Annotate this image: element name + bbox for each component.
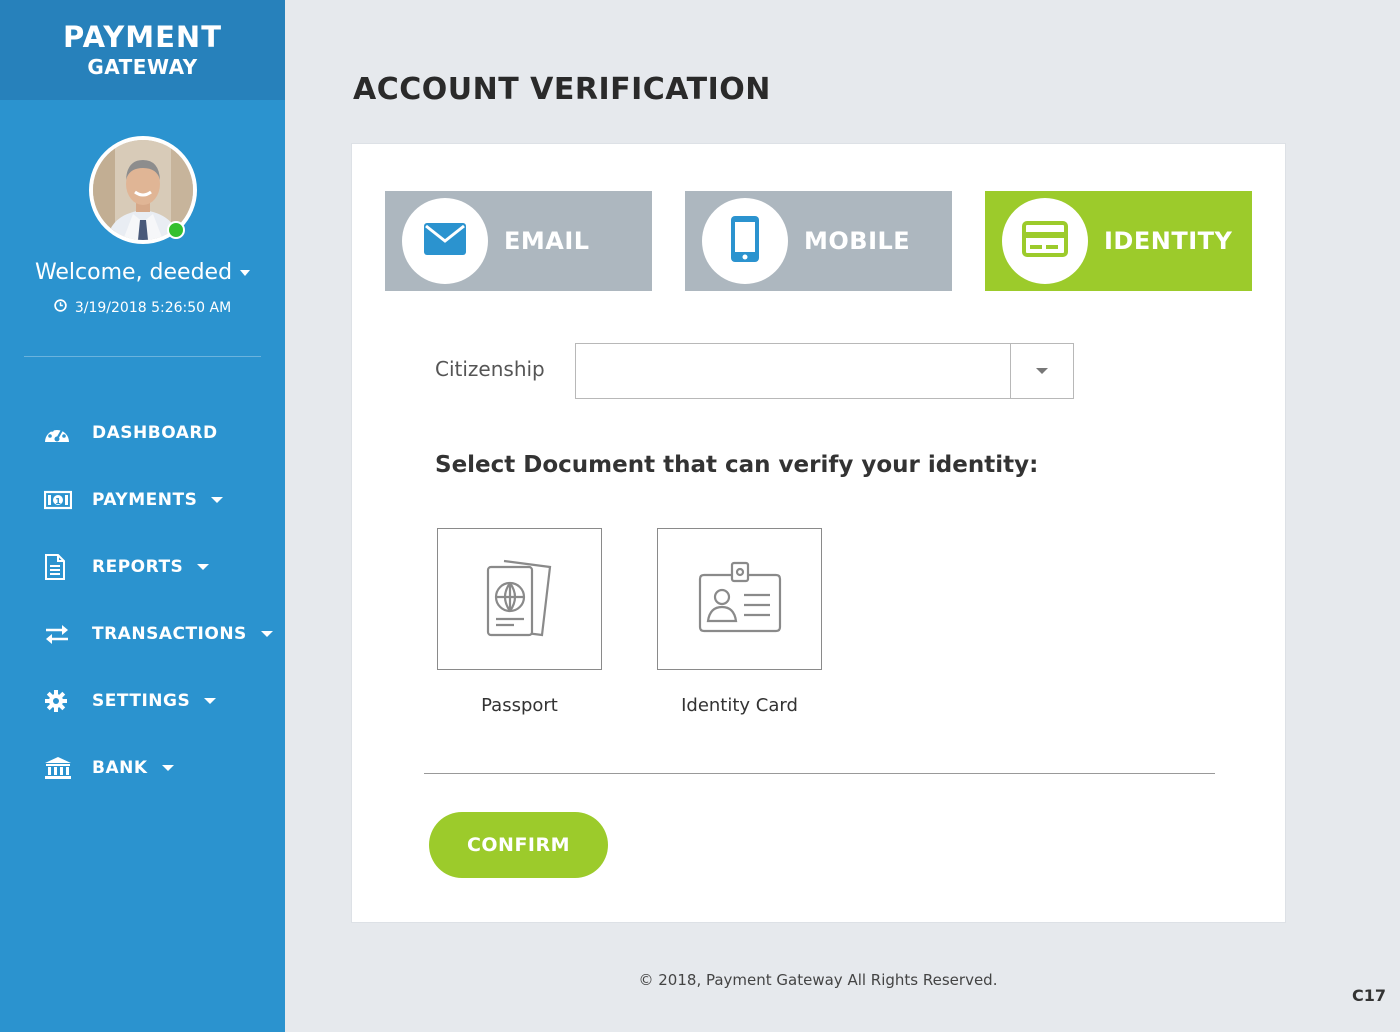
sidebar-item-label: REPORTS	[92, 556, 184, 577]
chevron-down-icon	[240, 270, 251, 276]
sidebar-divider	[24, 356, 261, 357]
envelope-icon	[424, 223, 466, 259]
sidebar-item-reports[interactable]: REPORTS	[0, 533, 285, 600]
chevron-down-icon	[161, 764, 174, 771]
sidebar-item-label: PAYMENTS	[92, 489, 198, 510]
identity-card-option[interactable]	[657, 528, 822, 670]
select-dropdown-toggle[interactable]	[1010, 344, 1073, 398]
chevron-down-icon	[197, 563, 210, 570]
chevron-down-icon	[260, 630, 273, 637]
sidebar-item-transactions[interactable]: TRANSACTIONS	[0, 600, 285, 667]
chevron-down-icon	[211, 496, 224, 503]
brand-title: PAYMENT	[63, 20, 222, 54]
tab-mobile[interactable]: MOBILE	[685, 191, 952, 291]
sidebar-item-label: DASHBOARD	[92, 422, 218, 443]
step-icon-circle	[702, 198, 788, 284]
badge-id-icon	[698, 561, 782, 637]
datetime-text: 3/19/2018 5:26:50 AM	[74, 299, 232, 316]
tab-label: IDENTITY	[1104, 227, 1233, 255]
sidebar-item-label: TRANSACTIONS	[92, 623, 247, 644]
svg-text:1: 1	[55, 497, 61, 506]
money-icon: 1	[44, 486, 72, 514]
tab-label: EMAIL	[504, 227, 590, 255]
document-icon	[44, 553, 72, 581]
caret-down-icon	[1036, 368, 1048, 374]
sidebar: PAYMENT GATEWAY Welcome, deeded 3/19/201…	[0, 0, 285, 1032]
footer-copyright: © 2018, Payment Gateway All Rights Reser…	[638, 971, 998, 989]
mobile-phone-icon	[731, 216, 759, 266]
exchange-icon	[44, 620, 72, 648]
id-card-icon	[1022, 221, 1068, 261]
brand-logo[interactable]: PAYMENT GATEWAY	[0, 0, 285, 100]
online-status-dot	[167, 221, 185, 239]
sidebar-item-settings[interactable]: SETTINGS	[0, 667, 285, 734]
login-datetime: 3/19/2018 5:26:50 AM	[0, 299, 285, 316]
welcome-text: Welcome, deeded	[34, 260, 233, 285]
step-icon-circle	[402, 198, 488, 284]
dashboard-icon	[44, 419, 72, 447]
tab-identity[interactable]: IDENTITY	[985, 191, 1252, 291]
confirm-button[interactable]: CONFIRM	[429, 812, 608, 878]
gear-icon	[44, 687, 72, 715]
verification-card: EMAIL MOBILE IDENTITY Citizenship Select…	[351, 143, 1286, 923]
passport-icon	[484, 555, 556, 643]
passport-option[interactable]	[437, 528, 602, 670]
sidebar-item-label: BANK	[92, 757, 148, 778]
citizenship-select[interactable]	[575, 343, 1074, 399]
sidebar-item-dashboard[interactable]: DASHBOARD	[0, 399, 285, 466]
welcome-menu[interactable]: Welcome, deeded	[0, 260, 285, 285]
step-icon-circle	[1002, 198, 1088, 284]
screen-code: C17	[1352, 986, 1387, 1005]
sidebar-item-payments[interactable]: 1 PAYMENTS	[0, 466, 285, 533]
form-divider	[424, 773, 1215, 774]
citizenship-label: Citizenship	[435, 357, 545, 381]
identity-card-label: Identity Card	[681, 695, 798, 716]
user-profile: Welcome, deeded 3/19/2018 5:26:50 AM	[0, 100, 285, 357]
clock-icon	[54, 299, 67, 316]
passport-label: Passport	[481, 695, 558, 716]
document-heading: Select Document that can verify your ide…	[435, 452, 1039, 478]
tab-email[interactable]: EMAIL	[385, 191, 652, 291]
bank-icon	[44, 754, 72, 782]
brand-subtitle: GATEWAY	[87, 55, 198, 79]
sidebar-item-bank[interactable]: BANK	[0, 734, 285, 801]
sidebar-item-label: SETTINGS	[92, 690, 191, 711]
page-title: ACCOUNT VERIFICATION	[353, 72, 771, 107]
sidebar-nav: DASHBOARD 1 PAYMENTS REPORTS TRANSACTION…	[0, 399, 285, 801]
tab-label: MOBILE	[804, 227, 911, 255]
chevron-down-icon	[204, 697, 217, 704]
